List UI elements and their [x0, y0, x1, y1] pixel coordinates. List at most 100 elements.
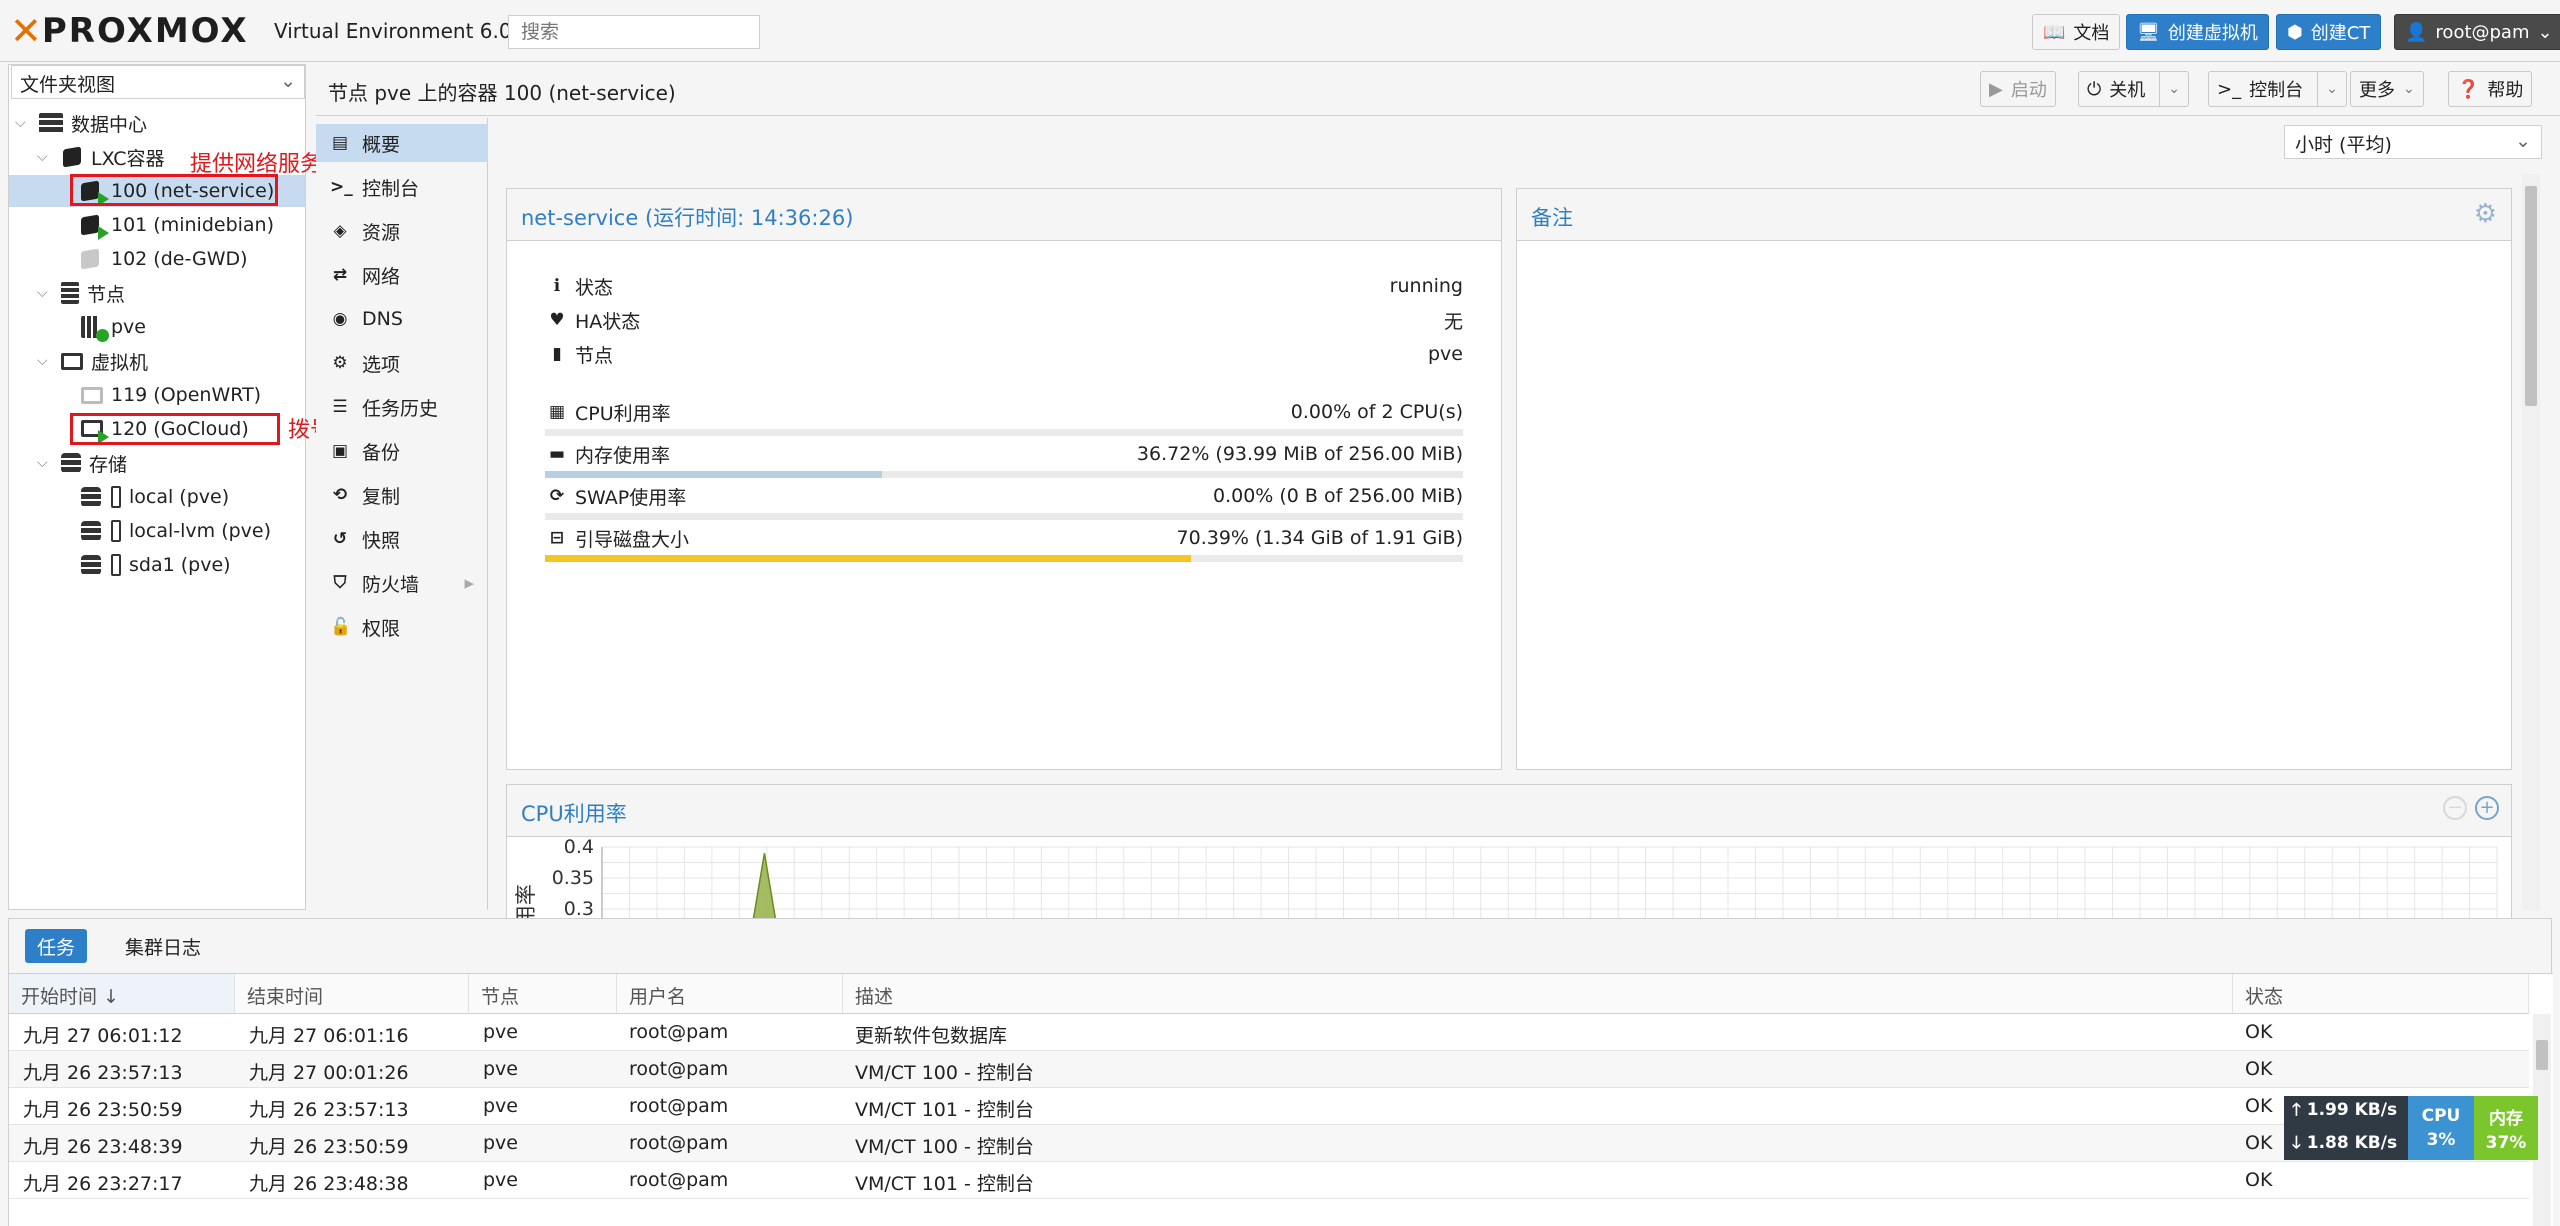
bottom-panel: 任务 集群日志 开始时间 ↓ 结束时间 节点 用户名 描述 状态 九月 27 0… [8, 918, 2553, 1226]
nav-backup[interactable]: ▣ 备份 [316, 432, 488, 470]
folder-cube-icon [61, 146, 83, 168]
floppy-icon: ▣ [331, 441, 349, 461]
nav-snapshots[interactable]: ↺ 快照 [316, 520, 488, 558]
chevron-down-icon: ⌄ [2515, 130, 2531, 152]
tab-tasks[interactable]: 任务 [25, 929, 88, 963]
cube-icon: ◈ [333, 221, 347, 241]
search-input[interactable] [508, 15, 760, 49]
memory-icon: ▬ [548, 444, 566, 464]
gear-icon[interactable]: ⚙ [2474, 199, 2497, 229]
table-cell: root@pam [629, 1058, 729, 1080]
tree-storage-local[interactable]: local (pve) [81, 481, 229, 513]
heartbeat-icon: ♥ [549, 310, 565, 330]
cpu-usage-row: ▦ CPU利用率 0.00% of 2 CPU(s) [545, 397, 1463, 427]
collapse-toggle-icon[interactable]: ⌵ [37, 149, 53, 165]
nav-task-history[interactable]: ☰ 任务历史 [316, 388, 488, 426]
nav-options[interactable]: ⚙ 选项 [316, 344, 488, 382]
col-start-time[interactable]: 开始时间 ↓ [9, 974, 235, 1014]
page-title: 节点 pve 上的容器 100 (net-service) [328, 81, 676, 105]
nav-dns[interactable]: ◉ DNS [316, 300, 488, 338]
unlock-icon: 🔓 [330, 617, 352, 637]
annotation-net-service: 提供网络服务 [190, 152, 323, 177]
tree-nodes-group[interactable]: ⌵ 节点 [37, 277, 125, 309]
scrollbar-thumb[interactable] [2536, 1040, 2548, 1070]
col-description[interactable]: 描述 [843, 974, 2233, 1014]
container-stopped-icon [81, 248, 103, 270]
zoom-out-icon[interactable]: − [2443, 796, 2467, 820]
zoom-in-icon[interactable]: + [2475, 796, 2499, 820]
collapse-toggle-icon[interactable]: ⌵ [37, 455, 53, 471]
nav-network[interactable]: ⇄ 网络 [316, 256, 488, 294]
table-cell: root@pam [629, 1132, 729, 1154]
main-scrollbar[interactable] [2522, 174, 2540, 910]
timeframe-selector[interactable]: 小时 (平均) ⌄ [2284, 125, 2542, 159]
table-row[interactable]: 九月 26 23:50:59 九月 26 23:57:13 pve root@pam V… [9, 1088, 2529, 1125]
user-menu-button[interactable]: 👤 root@pam ⌄ [2394, 14, 2560, 50]
tree-storage-sda1[interactable]: sda1 (pve) [81, 549, 231, 581]
collapse-toggle-icon[interactable]: ⌵ [37, 285, 53, 301]
highlight-box-net-service [70, 174, 278, 206]
table-row[interactable]: 九月 26 23:57:13 九月 27 00:01:26 pve root@pam V… [9, 1051, 2529, 1088]
tree-datacenter[interactable]: ⌵ 数据中心 [15, 107, 147, 139]
shutdown-button[interactable]: ⏻ 关机 ⌄ [2078, 71, 2189, 107]
status-panel: net-service (运行时间: 14:36:26) ℹ 状态 runnin… [506, 188, 1502, 770]
col-status[interactable]: 状态 [2233, 974, 2529, 1014]
col-end-time[interactable]: 结束时间 [235, 974, 469, 1014]
nav-permissions[interactable]: 🔓 权限 [316, 608, 488, 646]
proxmox-logo[interactable]: ✕ PROXMOX [10, 12, 249, 50]
tab-cluster-log[interactable]: 集群日志 [113, 929, 213, 963]
chevron-down-icon: ⌄ [2403, 81, 2415, 97]
collapse-toggle-icon[interactable]: ⌵ [37, 353, 53, 369]
tree-storage-group[interactable]: ⌵ 存储 [37, 447, 127, 479]
tasks-table: 开始时间 ↓ 结束时间 节点 用户名 描述 状态 九月 27 06:01:12 九… [9, 973, 2553, 1226]
tree-storage-local-lvm[interactable]: local-lvm (pve) [81, 515, 271, 547]
terminal-icon: >_ [2217, 78, 2242, 100]
tree-node-pve[interactable]: pve [81, 311, 146, 343]
book-icon: ▤ [331, 133, 349, 153]
tree-vm-119[interactable]: 119 (OpenWRT) [81, 379, 261, 411]
col-user[interactable]: 用户名 [617, 974, 843, 1014]
table-row[interactable]: 九月 26 23:48:39 九月 26 23:50:59 pve root@pam V… [9, 1125, 2529, 1162]
system-monitor-widget: 🡑 1.99 KB/s 🡓 1.88 KB/s CPU 3% 内存 37% [2284, 1096, 2538, 1160]
cpu-label: CPU [2421, 1106, 2461, 1126]
chevron-down-icon[interactable]: ⌄ [2159, 72, 2180, 106]
tree-lxc-group[interactable]: ⌵ LXC容器 [37, 141, 165, 173]
tree-vm-group[interactable]: ⌵ 虚拟机 [37, 345, 148, 377]
view-selector[interactable]: 文件夹视图 ⌄ [11, 65, 305, 99]
table-cell: VM/CT 100 - 控制台 [855, 1062, 1034, 1084]
chevron-down-icon[interactable]: ⌄ [2317, 72, 2338, 106]
summary-main: 小时 (平均) ⌄ net-service (运行时间: 14:36:26) ℹ… [490, 118, 2560, 924]
status-panel-title: net-service (运行时间: 14:36:26) [521, 206, 854, 230]
table-cell: 九月 26 23:50:59 [23, 1099, 183, 1121]
bootdisk-usage-row: ⊟ 引导磁盘大小 70.39% (1.34 GiB of 1.91 GiB) [545, 523, 1463, 553]
nav-summary[interactable]: ▤ 概要 [316, 124, 488, 162]
cpu-usage-bar [545, 429, 1463, 436]
gear-icon: ⚙ [332, 353, 348, 373]
create-ct-button[interactable]: ⬢ 创建CT [2276, 14, 2382, 50]
datacenter-icon [39, 113, 63, 133]
disk-icon [111, 554, 121, 576]
scrollbar-thumb[interactable] [2525, 186, 2537, 406]
help-button[interactable]: ❓ 帮助 [2448, 71, 2533, 107]
start-button[interactable]: ▶ 启动 [1980, 71, 2056, 107]
nav-console[interactable]: >_ 控制台 [316, 168, 488, 206]
disk-icon [111, 486, 121, 508]
nav-firewall[interactable]: ⛉ 防火墙 ▸ [316, 564, 488, 602]
swap-usage-bar [545, 513, 1463, 520]
tree-container-101[interactable]: 101 (minidebian) [81, 209, 274, 241]
nav-replication[interactable]: ⟲ 复制 [316, 476, 488, 514]
nav-resources[interactable]: ◈ 资源 [316, 212, 488, 250]
docs-button[interactable]: 📖 文档 [2032, 14, 2121, 50]
table-cell: 九月 26 23:57:13 [23, 1062, 183, 1084]
table-row[interactable]: 九月 27 06:01:12 九月 27 06:01:16 pve root@pam 更… [9, 1014, 2529, 1051]
col-node[interactable]: 节点 [469, 974, 617, 1014]
table-row[interactable]: 九月 26 23:27:17 九月 26 23:48:38 pve root@pam V… [9, 1162, 2529, 1199]
table-cell: VM/CT 101 - 控制台 [855, 1173, 1034, 1195]
bootdisk-usage-bar [545, 555, 1463, 562]
create-vm-button[interactable]: 🖥 创建虚拟机 [2126, 14, 2269, 50]
more-button[interactable]: 更多 ⌄ [2350, 71, 2424, 107]
memory-label: 内存 [2489, 1108, 2523, 1129]
tree-container-102[interactable]: 102 (de-GWD) [81, 243, 248, 275]
collapse-toggle-icon[interactable]: ⌵ [15, 115, 31, 131]
console-button[interactable]: >_ 控制台 ⌄ [2208, 71, 2347, 107]
